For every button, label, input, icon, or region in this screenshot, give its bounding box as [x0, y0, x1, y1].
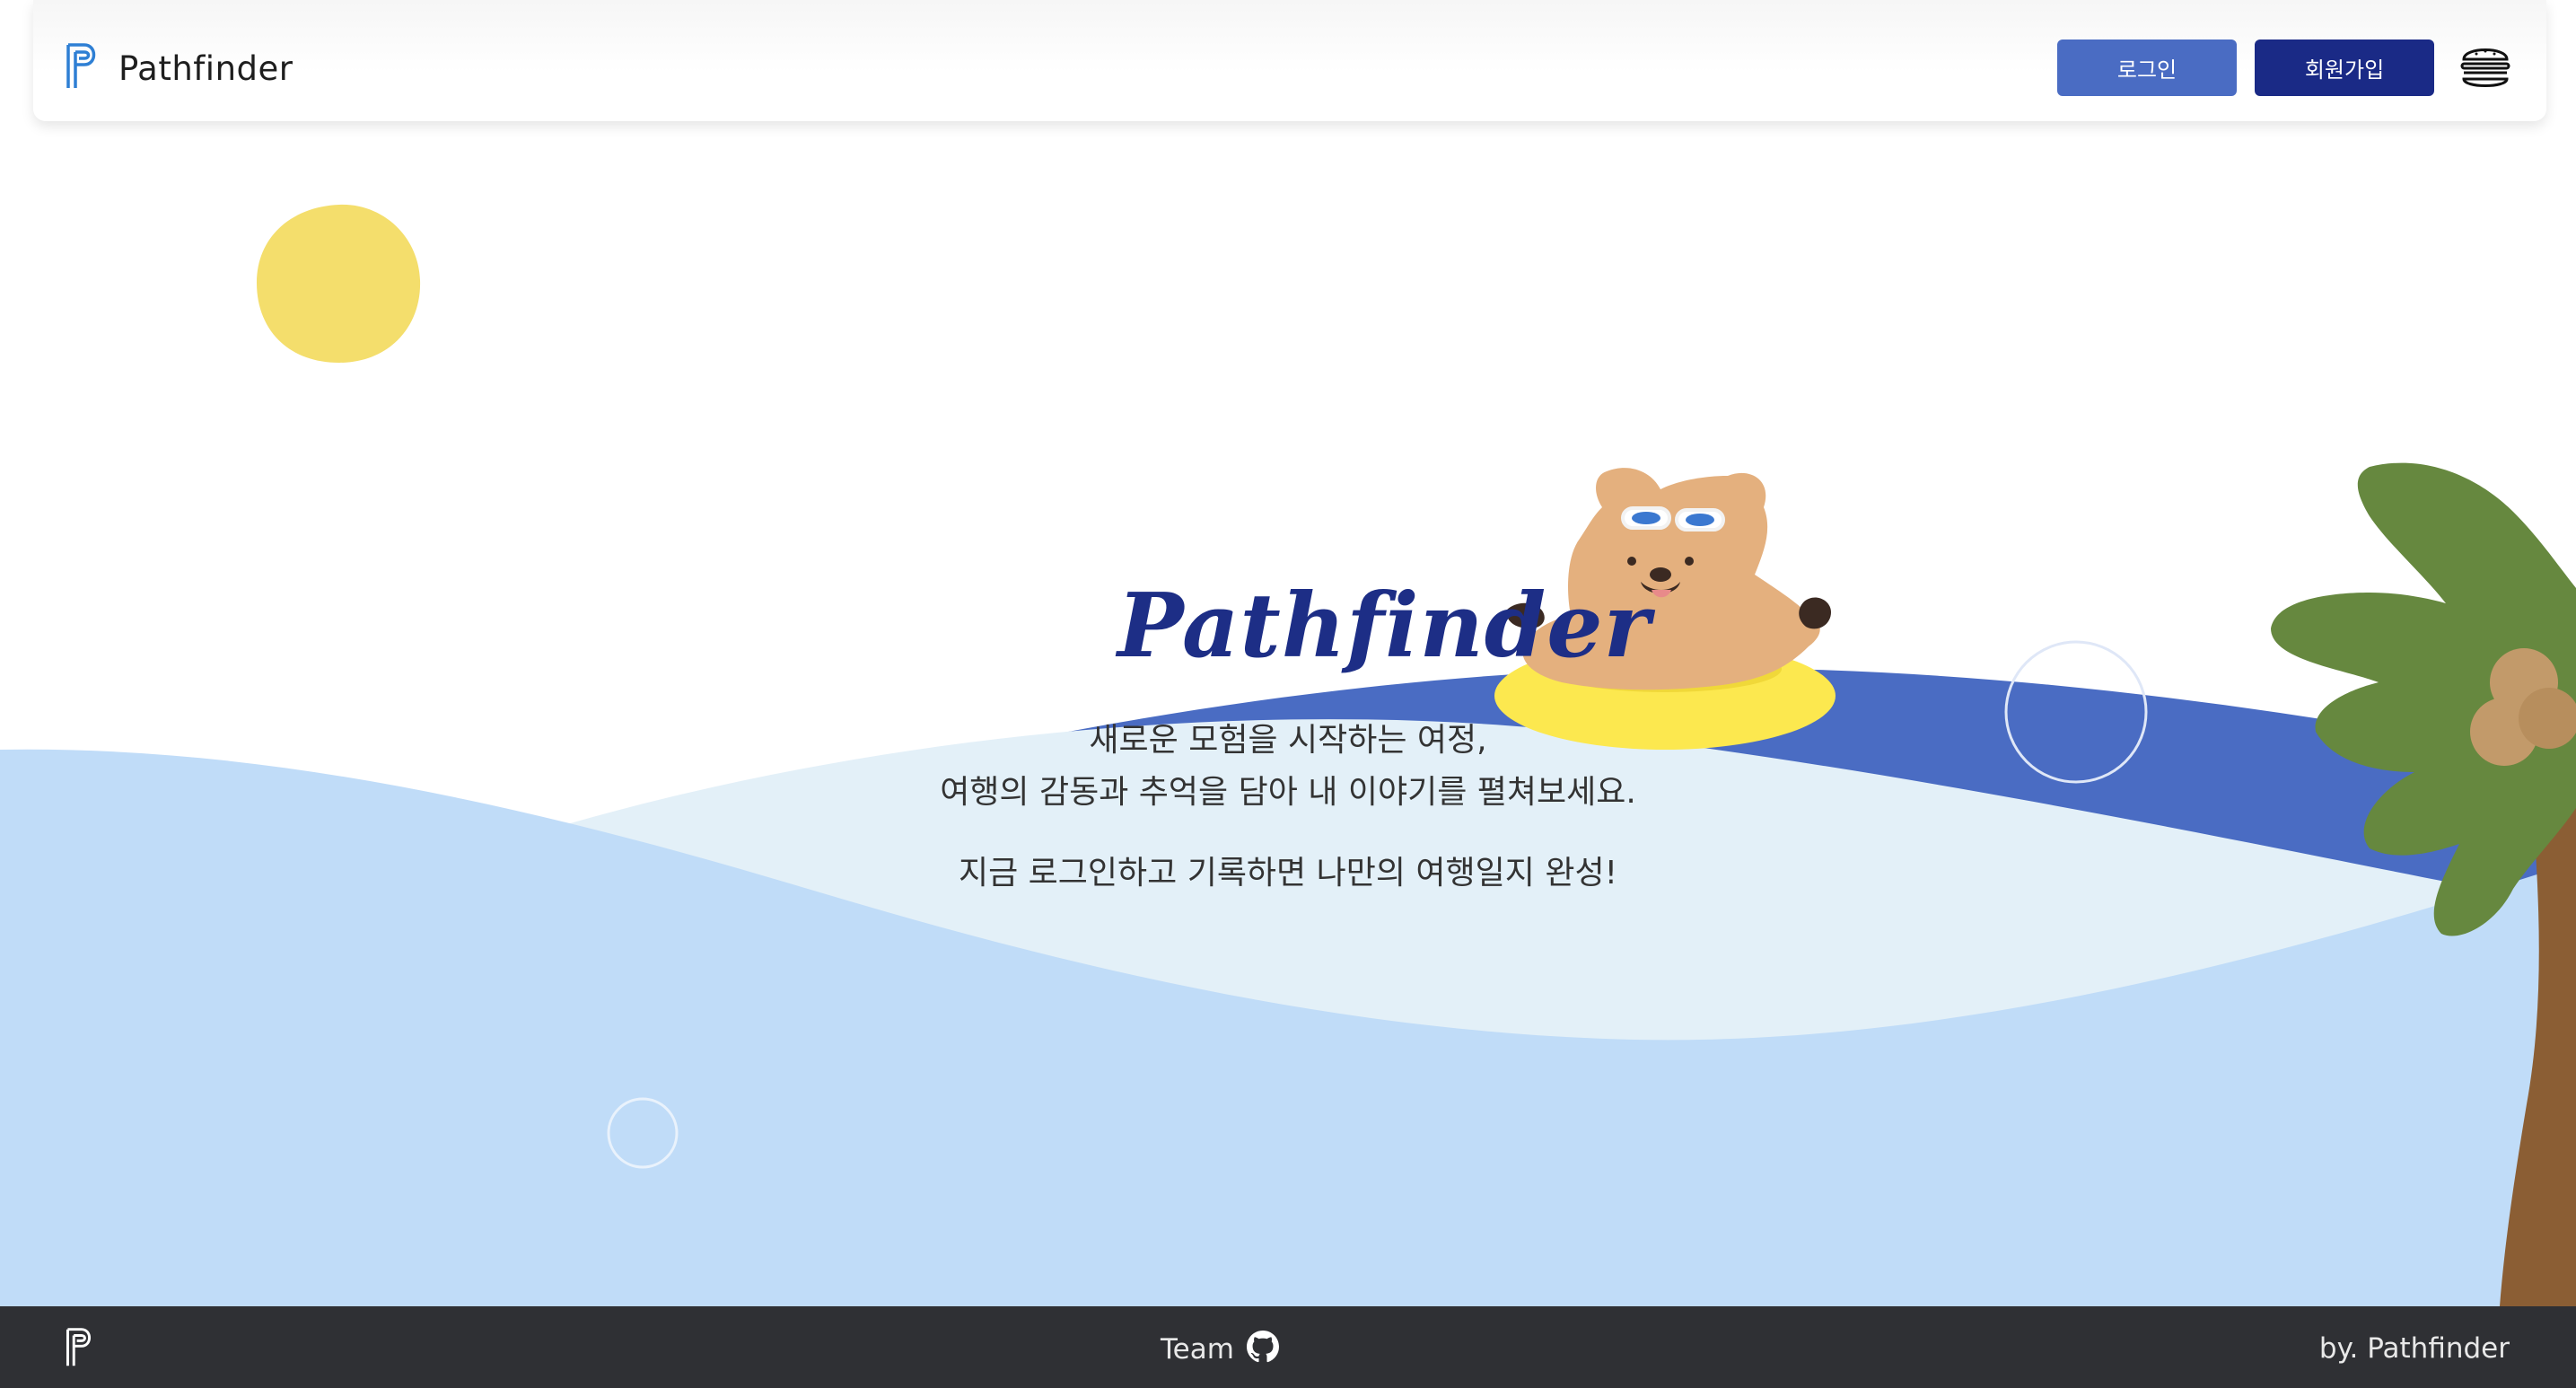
- signup-button[interactable]: 회원가입: [2255, 40, 2434, 96]
- hero-title: Pathfinder: [1117, 575, 1652, 678]
- hero-call-to-action: 지금 로그인하고 기록하면 나만의 여행일지 완성!: [958, 855, 1618, 892]
- team-label: Team: [1161, 1332, 1234, 1366]
- page: Pathfinder 로그인 회원가입 Pathfinder 새로운 모험을 시…: [0, 0, 2576, 1388]
- login-button[interactable]: 로그인: [2057, 40, 2237, 96]
- sun-illustration: [257, 204, 421, 363]
- footer-byline: by. Pathfinder: [2318, 1332, 2510, 1365]
- brand-name: Pathfinder: [118, 49, 294, 88]
- footer: Team by. Pathfinder: [0, 1306, 2576, 1388]
- hamburger-icon: [2460, 48, 2510, 87]
- footer-logo-icon[interactable]: [65, 1328, 95, 1372]
- github-icon: [1246, 1331, 1279, 1367]
- team-link[interactable]: Team: [1161, 1331, 1279, 1367]
- hero-subtitle-line-2: 여행의 감동과 추억을 담아 내 이야기를 펼쳐보세요.: [940, 774, 1636, 811]
- top-navbar: Pathfinder 로그인 회원가입: [33, 0, 2546, 121]
- hero-subtitle-line-1: 새로운 모험을 시작하는 여정,: [1089, 722, 1487, 759]
- brand-link[interactable]: Pathfinder: [65, 43, 294, 94]
- menu-button[interactable]: [2457, 38, 2514, 95]
- pathfinder-logo-icon: [65, 43, 101, 94]
